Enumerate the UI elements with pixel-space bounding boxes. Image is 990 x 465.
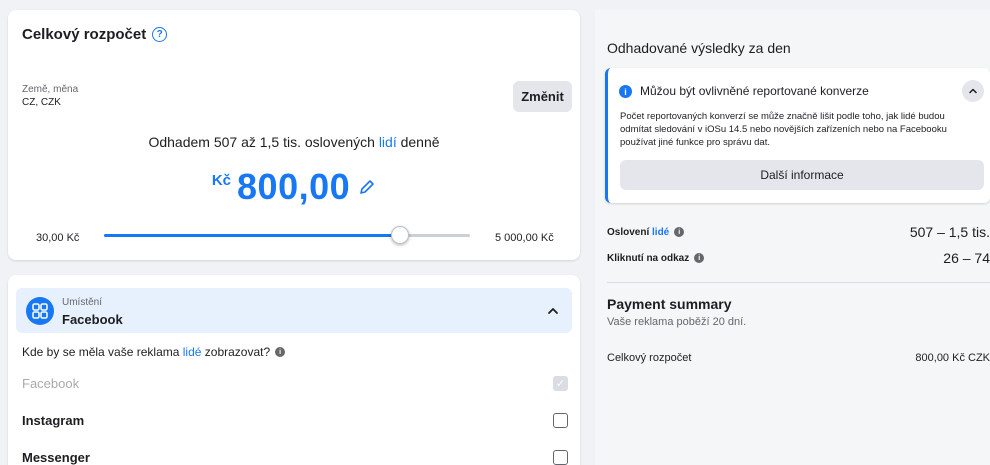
- total-budget-value: 800,00 Kč CZK: [915, 352, 990, 364]
- clicks-metric: Kliknutí na odkaz i 26 – 74: [607, 250, 990, 266]
- payment-summary-title: Payment summary: [607, 296, 732, 312]
- results-title: Odhadované výsledky za den: [607, 40, 791, 56]
- estimate-people-link[interactable]: lidí: [379, 134, 397, 150]
- platform-row-facebook: Facebook ✓: [22, 373, 568, 393]
- platform-checkbox-instagram[interactable]: [553, 412, 568, 428]
- info-icon: i: [619, 85, 632, 98]
- payment-summary-subtitle: Vaše reklama poběží 20 dní.: [607, 316, 747, 328]
- total-budget-label: Celkový rozpočet: [607, 352, 692, 364]
- alert-title: Můžou být ovlivněné reportované konverze: [640, 84, 869, 98]
- reach-label-prefix: Oslovení: [607, 226, 653, 238]
- divider: [607, 282, 990, 283]
- estimate-suffix: denně: [396, 134, 440, 150]
- platform-row-messenger: Messenger: [22, 447, 568, 465]
- placement-value: Facebook: [62, 312, 123, 327]
- slider-min-label: 30,00 Kč: [36, 232, 80, 244]
- slider-max-label: 5 000,00 Kč: [495, 232, 554, 244]
- placement-question: Kde by se měla vaše reklama lidé zobrazo…: [22, 345, 286, 359]
- budget-slider[interactable]: [104, 226, 470, 244]
- info-icon[interactable]: i: [694, 253, 705, 263]
- slider-fill: [104, 234, 401, 237]
- platform-name: Facebook: [22, 375, 80, 391]
- platform-checkbox-facebook: ✓: [553, 375, 568, 391]
- placement-grid-icon: [26, 297, 54, 325]
- reach-label: Oslovení lidé i: [607, 226, 685, 238]
- help-icon[interactable]: ?: [152, 27, 168, 42]
- clicks-value: 26 – 74: [943, 250, 990, 266]
- total-budget-row: Celkový rozpočet 800,00 Kč CZK: [607, 352, 990, 364]
- placement-header[interactable]: Umístění Facebook: [16, 288, 572, 333]
- country-currency-value: CZ, CZK: [22, 97, 61, 108]
- change-button[interactable]: Změnit: [513, 81, 572, 112]
- info-icon[interactable]: i: [674, 227, 685, 237]
- clicks-label: Kliknutí na odkaz i: [607, 252, 705, 264]
- platform-name: Messenger: [22, 449, 90, 465]
- info-icon[interactable]: i: [275, 347, 286, 357]
- reach-people-link[interactable]: lidé: [652, 227, 669, 238]
- budget-card: Celkový rozpočet ? Země, měna CZ, CZK Zm…: [8, 10, 580, 260]
- pencil-icon[interactable]: [358, 178, 376, 196]
- question-suffix: zobrazovat?: [201, 345, 271, 359]
- question-prefix: Kde by se měla vaše reklama: [22, 345, 183, 359]
- budget-currency: Kč: [211, 172, 232, 189]
- placement-card: Umístění Facebook Kde by se měla vaše re…: [8, 275, 580, 465]
- budget-amount-value[interactable]: 800,00: [237, 166, 350, 208]
- platform-name: Instagram: [22, 412, 85, 428]
- budget-title: Celkový rozpočet ?: [22, 26, 168, 43]
- collapse-button[interactable]: [962, 80, 984, 102]
- placement-label: Umístění: [62, 297, 103, 308]
- question-people-link[interactable]: lidé: [183, 345, 202, 359]
- reach-metric: Oslovení lidé i 507 – 1,5 tis.: [607, 224, 990, 240]
- conversion-alert: i Můžou být ovlivněné reportované konver…: [605, 68, 990, 203]
- estimate-prefix: Odhadem 507 až 1,5 tis. oslovených: [148, 134, 379, 150]
- more-info-button[interactable]: Další informace: [620, 160, 984, 190]
- chevron-up-icon[interactable]: [546, 304, 560, 318]
- budget-title-text: Celkový rozpočet: [22, 26, 147, 43]
- daily-reach-estimate: Odhadem 507 až 1,5 tis. oslovených lidí …: [8, 134, 580, 150]
- platform-checkbox-messenger[interactable]: [553, 449, 568, 465]
- chevron-up-icon: [969, 88, 977, 94]
- reach-value: 507 – 1,5 tis.: [909, 224, 990, 240]
- platform-row-instagram: Instagram: [22, 410, 568, 430]
- alert-body: Počet reportovaných konverzí se může zna…: [620, 111, 947, 148]
- country-currency-label: Země, měna: [22, 84, 79, 95]
- results-panel: Odhadované výsledky za den i Můžou být o…: [595, 10, 990, 465]
- budget-amount[interactable]: Kč 800,00: [8, 166, 580, 208]
- slider-thumb[interactable]: [391, 226, 410, 244]
- clicks-label-text: Kliknutí na odkaz: [607, 252, 690, 264]
